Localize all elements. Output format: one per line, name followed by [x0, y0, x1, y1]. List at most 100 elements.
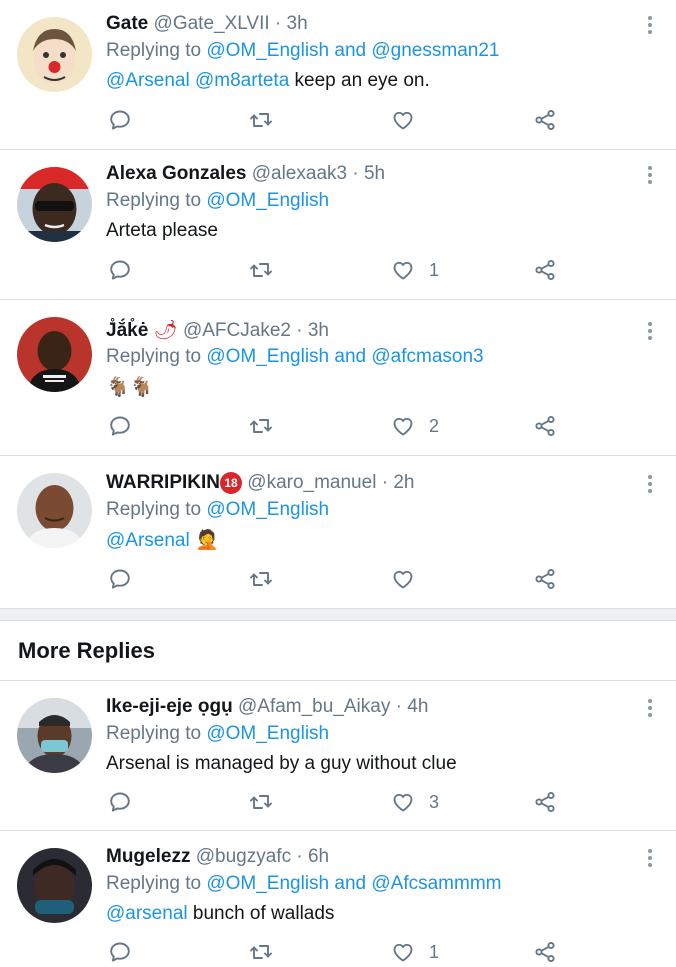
handle[interactable]: @bugzyafc [196, 846, 291, 867]
tweet-actions [0, 106, 676, 134]
display-name[interactable]: Gate [106, 13, 148, 34]
tweet-header: Ike-eji-eje ọgụ @Afam_bu_Aikay · 4h [106, 696, 429, 717]
display-name[interactable]: WARRIPIKIN [106, 472, 220, 493]
reply-button[interactable] [108, 788, 132, 816]
facepalm-emoji: 🤦 [195, 529, 219, 551]
handle[interactable]: @Gate_XLVII [154, 13, 270, 34]
display-name[interactable]: Ike-eji-eje ọgụ [106, 696, 233, 717]
tweet[interactable]: Ike-eji-eje ọgụ @Afam_bu_Aikay · 4h Repl… [0, 681, 676, 830]
like-icon [391, 258, 415, 282]
share-icon [533, 567, 557, 591]
divider [0, 620, 676, 621]
retweet-button[interactable] [249, 106, 273, 134]
more-options-icon[interactable] [646, 699, 654, 720]
retweet-icon [249, 414, 273, 438]
replying-to: Replying to @OM_English [106, 190, 330, 211]
share-button[interactable] [533, 412, 557, 440]
like-icon [391, 790, 415, 814]
tweet-text: Arteta please [106, 220, 218, 241]
replying-mentions[interactable]: @OM_English and @gnessman21 [206, 40, 499, 61]
chili-pepper-icon: 🌶 [153, 319, 178, 341]
tweet-actions: 2 [0, 412, 676, 440]
retweet-icon [249, 790, 273, 814]
replying-mentions[interactable]: @OM_English and @Afcsammmm [206, 873, 501, 894]
timestamp: 6h [307, 846, 330, 867]
reply-icon [108, 940, 132, 964]
retweet-button[interactable] [249, 412, 273, 440]
body-mentions[interactable]: @Arsenal @m8arteta [106, 70, 289, 91]
tweet-actions: 3 [0, 788, 676, 816]
body-mentions[interactable]: @Arsenal [106, 530, 190, 551]
tweet-actions [0, 565, 676, 593]
tweet-header: WARRIPIKIN 18 @karo_manuel · 2h [106, 472, 415, 494]
like-icon [391, 567, 415, 591]
share-button[interactable] [533, 565, 557, 593]
replying-to: Replying to @OM_English and @gnessman21 [106, 40, 500, 61]
like-button[interactable]: 2 [391, 412, 439, 440]
replying-mentions[interactable]: @OM_English [206, 723, 329, 744]
retweet-icon [249, 108, 273, 132]
replying-mentions[interactable]: @OM_English and @afcmason3 [206, 346, 483, 367]
avatar[interactable] [17, 167, 92, 242]
reply-icon [108, 414, 132, 438]
like-count: 3 [429, 791, 440, 812]
retweet-button[interactable] [249, 788, 273, 816]
avatar[interactable] [17, 17, 92, 92]
section-separator [0, 609, 676, 620]
replying-mentions[interactable]: @OM_English [206, 190, 329, 211]
tweet[interactable]: Alexa Gonzales @alexaak3 · 5h Replying t… [0, 150, 676, 299]
retweet-button[interactable] [249, 938, 273, 966]
tweet[interactable]: J̊ắk̊ė 🌶 @AFCJake2 · 3h Replying to @OM_… [0, 300, 676, 455]
tweet[interactable]: Mugelezz @bugzyafc · 6h Replying to @OM_… [0, 831, 676, 967]
display-name[interactable]: Mugelezz [106, 846, 190, 867]
handle[interactable]: @karo_manuel [247, 472, 376, 493]
tweet[interactable]: WARRIPIKIN 18 @karo_manuel · 2h Replying … [0, 456, 676, 608]
share-icon [533, 940, 557, 964]
retweet-icon [249, 567, 273, 591]
more-options-icon[interactable] [646, 849, 654, 870]
share-button[interactable] [533, 256, 557, 284]
like-button[interactable]: 3 [391, 788, 439, 816]
avatar[interactable] [17, 473, 92, 548]
more-options-icon[interactable] [646, 322, 654, 343]
timestamp: 4h [407, 696, 429, 717]
more-options-icon[interactable] [646, 475, 654, 496]
more-options-icon[interactable] [646, 166, 654, 187]
like-button[interactable] [391, 565, 429, 593]
replying-to: Replying to @OM_English [106, 723, 330, 744]
age-badge: 18 [220, 472, 242, 494]
like-button[interactable]: 1 [391, 938, 439, 966]
share-button[interactable] [533, 788, 557, 816]
like-button[interactable] [391, 106, 429, 134]
tweet[interactable]: Gate @Gate_XLVII · 3h Replying to @OM_En… [0, 0, 676, 150]
avatar[interactable] [17, 698, 92, 773]
avatar[interactable] [17, 848, 92, 923]
retweet-icon [249, 940, 273, 964]
share-button[interactable] [533, 938, 557, 966]
more-options-icon[interactable] [646, 16, 654, 37]
tweet-header: Gate @Gate_XLVII · 3h [106, 13, 308, 34]
handle[interactable]: @AFCJake2 [183, 320, 291, 341]
replying-mentions[interactable]: @OM_English [206, 499, 329, 520]
tweet-header: J̊ắk̊ė 🌶 @AFCJake2 · 3h [106, 319, 329, 341]
avatar[interactable] [17, 317, 92, 392]
timestamp: 3h [286, 13, 308, 34]
reply-button[interactable] [108, 106, 132, 134]
replying-to: Replying to @OM_English and @afcmason3 [106, 346, 484, 367]
body-mentions[interactable]: @arsenal [106, 903, 188, 924]
reply-button[interactable] [108, 256, 132, 284]
reply-button[interactable] [108, 938, 132, 966]
share-icon [533, 790, 557, 814]
display-name[interactable]: J̊ắk̊ė [106, 320, 148, 341]
reply-button[interactable] [108, 565, 132, 593]
handle[interactable]: @Afam_bu_Aikay [238, 696, 390, 717]
retweet-button[interactable] [249, 565, 273, 593]
reply-button[interactable] [108, 412, 132, 440]
like-button[interactable]: 1 [391, 256, 439, 284]
display-name[interactable]: Alexa Gonzales [106, 163, 246, 184]
like-icon [391, 108, 415, 132]
share-button[interactable] [533, 106, 557, 134]
retweet-button[interactable] [249, 256, 273, 284]
handle[interactable]: @alexaak3 [252, 163, 347, 184]
tweet-header: Mugelezz @bugzyafc · 6h [106, 846, 330, 867]
